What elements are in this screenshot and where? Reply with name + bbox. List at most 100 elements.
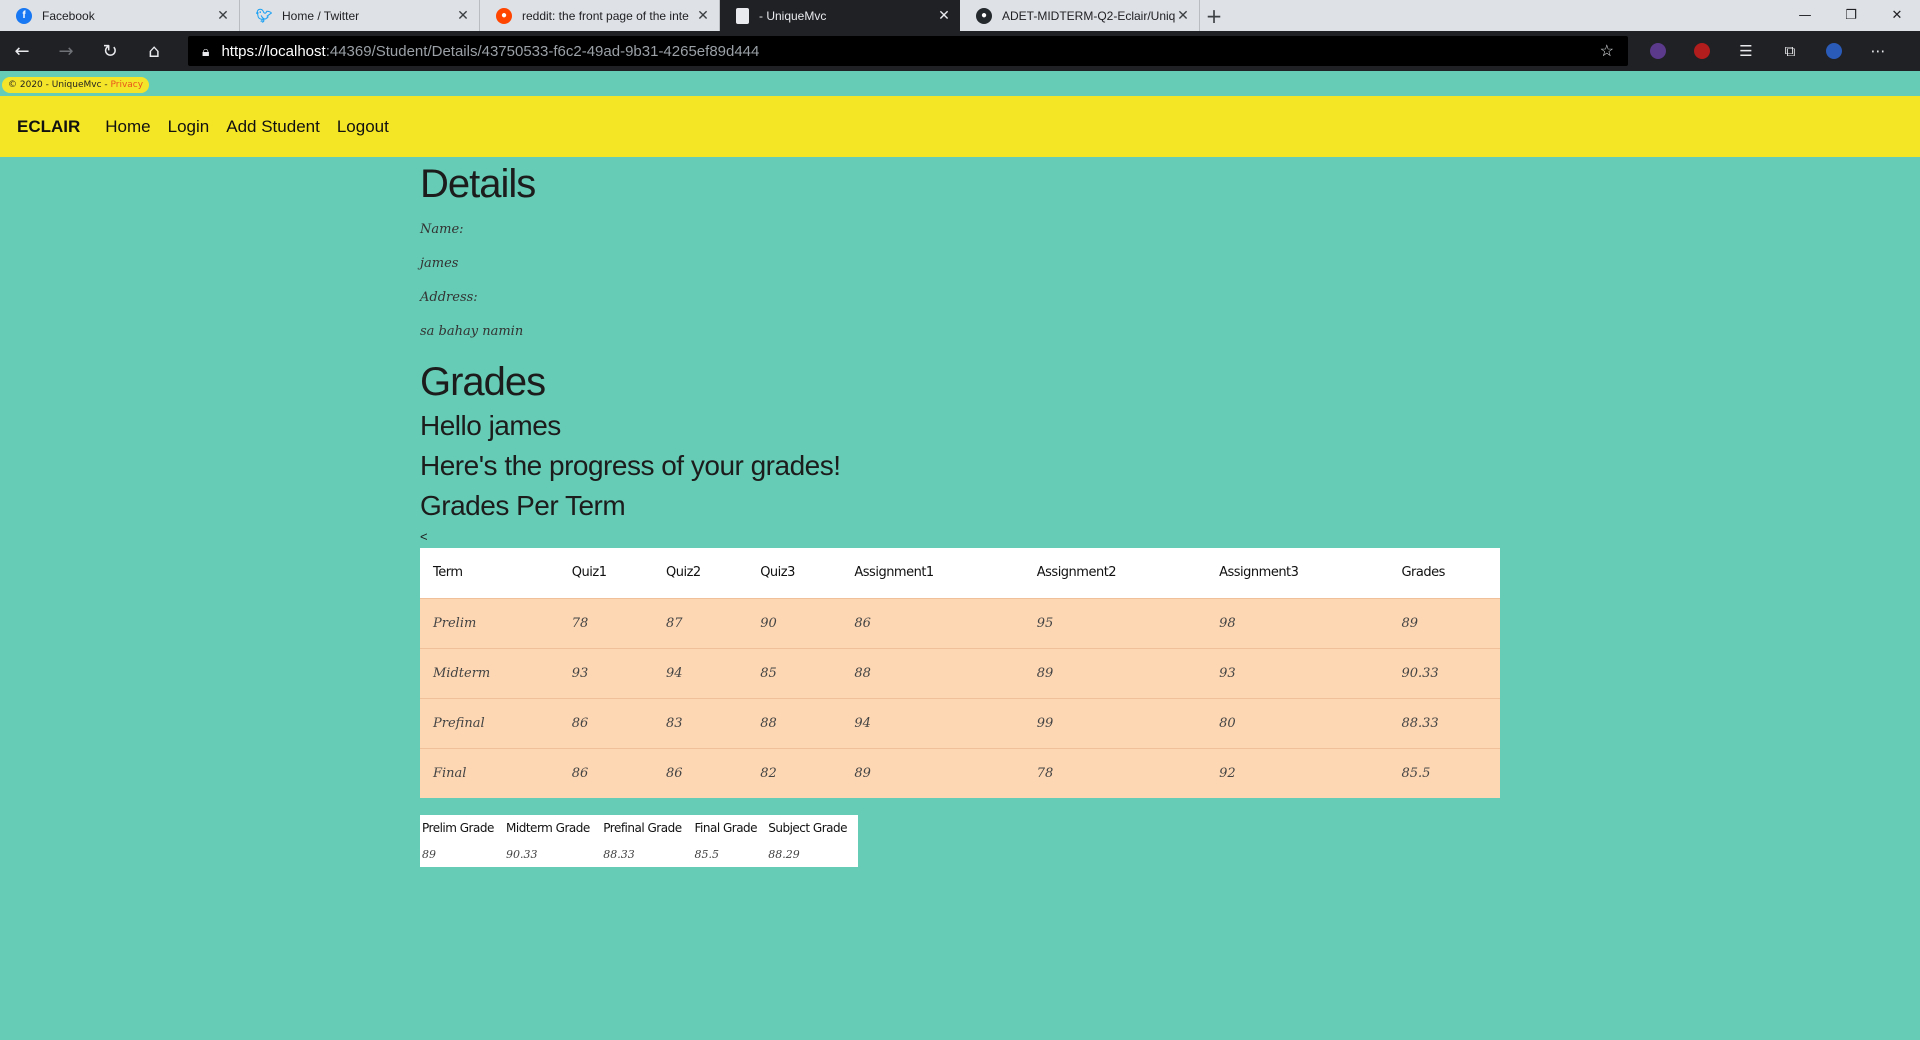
url-path: :44369/Student/Details/43750533-f6c2-49a… <box>325 42 760 60</box>
main-content: Details Name: james Address: sa bahay na… <box>420 157 1500 867</box>
home-icon[interactable]: ⌂ <box>132 31 176 71</box>
cell: 89 <box>422 847 436 861</box>
col-quiz2: Quiz2 <box>652 548 748 598</box>
summary-table: Prelim Grade Midterm Grade Prefinal Grad… <box>420 815 858 867</box>
cell: 88.29 <box>768 847 800 861</box>
nav-logout-link[interactable]: Logout <box>337 117 389 137</box>
page-icon <box>736 7 749 24</box>
reddit-icon: ● <box>496 7 512 24</box>
col-subject-grade: Subject Grade <box>768 821 848 835</box>
github-icon: ● <box>976 7 992 24</box>
avatar-icon[interactable] <box>1812 43 1856 59</box>
greeting-heading: Hello james <box>420 410 561 441</box>
cell: 94 <box>652 647 748 698</box>
tab-facebook[interactable]: f Facebook ✕ <box>0 0 240 31</box>
cell: 90 <box>747 597 842 648</box>
cell: 78 <box>558 597 653 648</box>
site-navbar: ECLAIR Home Login Add Student Logout <box>0 96 1920 157</box>
profile-extension-icon[interactable] <box>1636 43 1680 59</box>
address-label: Address: <box>420 290 478 305</box>
grades-header-row: Term Quiz1 Quiz2 Quiz3 Assignment1 Assig… <box>420 548 1500 598</box>
cell: 78 <box>1023 747 1207 798</box>
nav-login-link[interactable]: Login <box>168 117 210 137</box>
tab-uniquemvc[interactable]: - UniqueMvc ✕ <box>720 0 960 31</box>
facebook-icon: f <box>16 7 32 24</box>
cell: Final <box>420 747 559 798</box>
cell: 88.33 <box>603 847 635 861</box>
tab-title: - UniqueMvc <box>759 8 827 23</box>
favorite-star-icon[interactable]: ☆ <box>1600 41 1614 61</box>
tab-title: Facebook <box>42 8 95 23</box>
stray-text: < <box>420 529 428 544</box>
lock-icon: 🔒︎ <box>202 42 210 59</box>
details-heading: Details <box>420 162 536 206</box>
url-host: https://localhost <box>221 42 326 60</box>
cell: 95 <box>1023 597 1207 648</box>
cell: 80 <box>1206 697 1389 748</box>
col-assignment2: Assignment2 <box>1023 548 1207 598</box>
close-tab-icon[interactable]: ✕ <box>1175 7 1191 24</box>
cell: 99 <box>1023 697 1207 748</box>
cell: 87 <box>652 597 748 648</box>
cell: Prefinal <box>420 697 559 748</box>
col-quiz3: Quiz3 <box>747 548 842 598</box>
grades-heading: Grades <box>420 360 546 404</box>
nav-home-link[interactable]: Home <box>105 117 150 137</box>
cell: 85.5 <box>1388 747 1500 798</box>
tab-github[interactable]: ● ADET-MIDTERM-Q2-Eclair/Uniq ✕ <box>960 0 1200 31</box>
tab-title: ADET-MIDTERM-Q2-Eclair/Uniq <box>1002 8 1175 23</box>
refresh-icon[interactable]: ↻ <box>88 31 132 71</box>
tab-reddit[interactable]: ● reddit: the front page of the inte ✕ <box>480 0 720 31</box>
cell: 85.5 <box>694 847 720 861</box>
address-bar[interactable]: 🔒︎ https://localhost:44369/Student/Detai… <box>188 36 1628 66</box>
name-value: james <box>420 256 459 271</box>
table-row: Final 86 86 82 89 78 92 85.5 <box>420 747 1500 798</box>
brand-link[interactable]: ECLAIR <box>17 117 80 137</box>
close-window-icon[interactable]: ✕ <box>1874 0 1920 31</box>
col-term: Term <box>420 548 559 598</box>
nav-add-student-link[interactable]: Add Student <box>226 117 320 137</box>
cell: Midterm <box>420 647 559 698</box>
address-value: sa bahay namin <box>420 324 524 339</box>
tab-title: reddit: the front page of the inte <box>522 8 689 23</box>
tab-twitter[interactable]: 🐦︎ Home / Twitter ✕ <box>240 0 480 31</box>
twitter-icon: 🐦︎ <box>255 7 273 23</box>
minimize-icon[interactable]: — <box>1782 0 1828 31</box>
cell: Prelim <box>420 597 559 648</box>
col-prelim-grade: Prelim Grade <box>422 821 494 835</box>
col-prefinal-grade: Prefinal Grade <box>603 821 682 835</box>
close-tab-icon[interactable]: ✕ <box>695 7 711 24</box>
collections-icon[interactable]: ⧉ <box>1768 42 1812 60</box>
table-row: Prelim 78 87 90 86 95 98 89 <box>420 597 1500 648</box>
cell: 86 <box>841 597 1024 648</box>
back-icon[interactable]: ← <box>0 31 44 71</box>
privacy-link[interactable]: Privacy <box>111 80 144 90</box>
cell: 89 <box>1388 597 1500 648</box>
browser-tabstrip: f Facebook ✕ 🐦︎ Home / Twitter ✕ ● reddi… <box>0 0 1920 31</box>
cell: 86 <box>558 747 653 798</box>
more-menu-icon[interactable]: ⋯ <box>1856 42 1900 60</box>
cell: 86 <box>558 697 653 748</box>
ublock-icon[interactable] <box>1680 43 1724 59</box>
cell: 94 <box>841 697 1024 748</box>
table-row: Prefinal 86 83 88 94 99 80 88.33 <box>420 697 1500 748</box>
close-tab-icon[interactable]: ✕ <box>455 7 471 24</box>
close-tab-icon[interactable]: ✕ <box>936 7 952 24</box>
per-term-heading: Grades Per Term <box>420 490 626 521</box>
restore-icon[interactable]: ❐ <box>1828 0 1874 31</box>
col-quiz1: Quiz1 <box>558 548 653 598</box>
footer-copyright: © 2020 - UniqueMvc - Privacy <box>2 77 150 93</box>
favorites-icon[interactable]: ☰ <box>1724 42 1768 60</box>
cell: 88 <box>841 647 1024 698</box>
new-tab-button[interactable]: + <box>1200 0 1228 31</box>
address-toolbar: ← → ↻ ⌂ 🔒︎ https://localhost:44369/Stude… <box>0 31 1920 71</box>
forward-icon[interactable]: → <box>44 31 88 71</box>
cell: 92 <box>1206 747 1389 798</box>
close-tab-icon[interactable]: ✕ <box>215 7 231 24</box>
summary-row: 89 90.33 88.33 85.5 88.29 <box>420 841 858 867</box>
cell: 86 <box>652 747 748 798</box>
grades-table: Term Quiz1 Quiz2 Quiz3 Assignment1 Assig… <box>420 548 1500 798</box>
cell: 88.33 <box>1388 697 1500 748</box>
cell: 93 <box>558 647 653 698</box>
cell: 85 <box>747 647 842 698</box>
